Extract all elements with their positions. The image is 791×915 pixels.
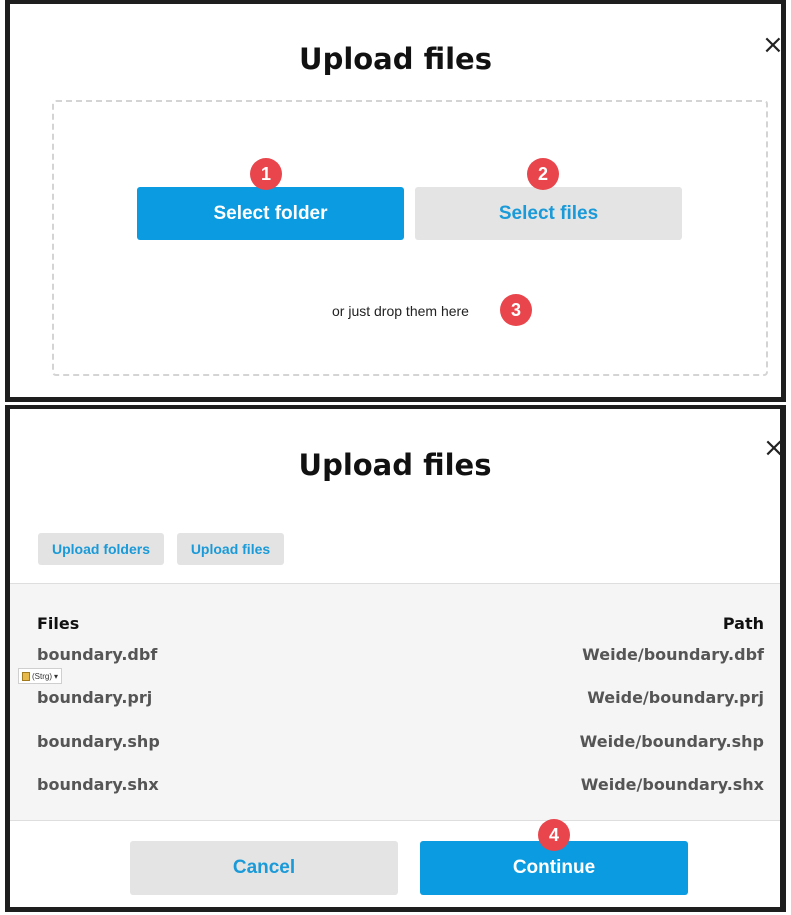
step-badge-4: 4: [538, 819, 570, 851]
select-files-button[interactable]: Select files: [415, 187, 682, 240]
select-folder-button[interactable]: Select folder: [137, 187, 404, 240]
upload-files-button[interactable]: Upload files: [177, 533, 284, 565]
chevron-down-icon: ▾: [54, 671, 59, 681]
step-badge-1: 1: [250, 158, 282, 190]
dialog-title: Upload files: [298, 448, 492, 482]
cancel-button[interactable]: Cancel: [130, 841, 398, 895]
files-column-header: Files: [37, 614, 80, 633]
file-name: boundary.prj: [37, 688, 153, 707]
upload-folders-button[interactable]: Upload folders: [38, 533, 164, 565]
paste-options-tag[interactable]: (Strg) ▾: [18, 668, 63, 684]
paste-tag-label: (Strg): [32, 671, 52, 681]
file-path: Weide/boundary.prj: [587, 688, 764, 707]
path-column-header: Path: [722, 614, 764, 633]
close-icon[interactable]: ×: [763, 435, 785, 461]
file-name: boundary.shx: [37, 775, 159, 794]
clipboard-icon: [22, 671, 30, 681]
upload-dialog-initial: Upload files × Select folder Select file…: [5, 0, 786, 402]
table-row[interactable]: boundary.shp Weide/boundary.shp: [10, 732, 780, 756]
table-row[interactable]: boundary.prj Weide/boundary.prj: [10, 688, 780, 712]
dialog-title: Upload files: [299, 42, 492, 76]
file-path: Weide/boundary.shx: [580, 775, 764, 794]
upload-dialog-files: Upload files × Upload folders Upload fil…: [5, 405, 786, 912]
close-icon[interactable]: ×: [762, 32, 784, 58]
drop-hint-text: or just drop them here: [332, 303, 469, 319]
step-badge-3: 3: [500, 294, 532, 326]
file-name: boundary.dbf: [37, 645, 158, 664]
step-badge-2: 2: [527, 158, 559, 190]
file-name: boundary.shp: [37, 732, 160, 751]
table-row[interactable]: boundary.shx Weide/boundary.shx: [10, 775, 780, 799]
table-row[interactable]: boundary.dbf Weide/boundary.dbf: [10, 645, 780, 669]
file-path: Weide/boundary.dbf: [582, 645, 764, 664]
file-path: Weide/boundary.shp: [579, 732, 764, 751]
file-list: Files Path boundary.dbf Weide/boundary.d…: [10, 583, 780, 821]
